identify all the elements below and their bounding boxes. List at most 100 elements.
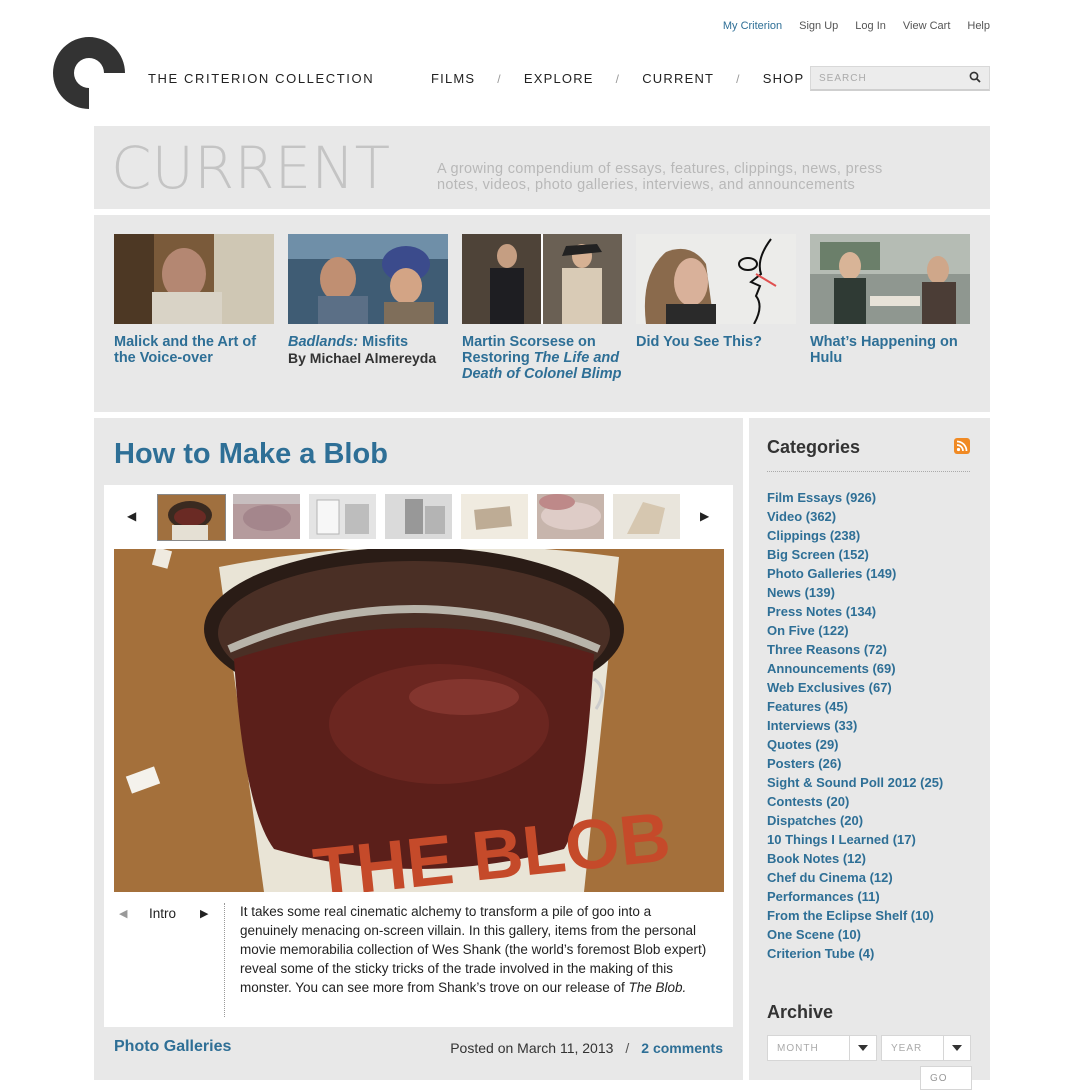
nav-explore[interactable]: EXPLORE — [524, 71, 594, 86]
category-link[interactable]: Sight & Sound Poll 2012 (25) — [767, 773, 943, 792]
feature-card[interactable]: Badlands: Misfits By Michael Almereyda — [288, 234, 448, 366]
carousel-next-icon[interactable]: ▶ — [700, 509, 709, 523]
chevron-down-icon[interactable] — [943, 1036, 970, 1060]
category-link[interactable]: Performances (11) — [767, 887, 943, 906]
criterion-logo[interactable] — [52, 36, 126, 110]
category-link[interactable]: On Five (122) — [767, 621, 943, 640]
photo-gallery: ◀ ▶ THE BLOB ◀ Intro ▶ It takes some rea… — [104, 485, 733, 1027]
feature-thumbnail[interactable] — [636, 234, 796, 324]
gallery-thumbnail[interactable] — [461, 494, 528, 539]
category-link[interactable]: Book Notes (12) — [767, 849, 943, 868]
nav-separator: / — [615, 71, 621, 86]
category-link[interactable]: Quotes (29) — [767, 735, 943, 754]
caption-divider — [224, 903, 225, 1017]
category-link[interactable]: One Scene (10) — [767, 925, 943, 944]
sidebar-divider — [767, 471, 970, 472]
category-link[interactable]: Announcements (69) — [767, 659, 943, 678]
categories-heading: Categories — [767, 437, 861, 457]
article-meta: Posted on March 11, 2013 / 2 comments — [450, 1040, 723, 1056]
category-link[interactable]: Press Notes (134) — [767, 602, 943, 621]
category-link[interactable]: Web Exclusives (67) — [767, 678, 943, 697]
feature-card[interactable]: What’s Happening on Hulu — [810, 234, 970, 366]
category-link[interactable]: Video (362) — [767, 507, 943, 526]
caption-text: It takes some real cinematic alchemy to … — [240, 904, 707, 995]
year-select[interactable]: YEAR — [881, 1035, 971, 1061]
category-link[interactable]: Three Reasons (72) — [767, 640, 943, 659]
feature-title[interactable]: What’s Happening on Hulu — [810, 334, 970, 366]
article-category-link[interactable]: Photo Galleries — [114, 1038, 231, 1056]
gallery-thumbnail[interactable] — [233, 494, 300, 539]
banner-title: CURRENT — [111, 134, 391, 202]
sidebar: Categories Film Essays (926) Video (362)… — [749, 418, 990, 1090]
category-list: Film Essays (926) Video (362) Clippings … — [767, 488, 943, 963]
feature-card[interactable]: Malick and the Art of the Voice-over — [114, 234, 274, 366]
nav-films[interactable]: FILMS — [431, 71, 475, 86]
feature-title[interactable]: Badlands: Misfits — [288, 334, 448, 350]
article-panel: How to Make a Blob ◀ ▶ THE BLOB ◀ Intro … — [94, 418, 743, 1080]
gallery-thumbnail[interactable] — [613, 494, 680, 539]
feature-thumbnail[interactable] — [462, 234, 622, 324]
features-strip: Malick and the Art of the Voice-over Bad… — [94, 215, 990, 412]
month-select[interactable]: MONTH — [767, 1035, 877, 1061]
feature-byline: By Michael Almereyda — [288, 350, 437, 366]
category-link[interactable]: Criterion Tube (4) — [767, 944, 943, 963]
caption-next-icon[interactable]: ▶ — [200, 907, 208, 920]
main-nav: FILMS / EXPLORE / CURRENT / SHOP — [431, 71, 804, 86]
category-link[interactable]: Film Essays (926) — [767, 488, 943, 507]
carousel-prev-icon[interactable]: ◀ — [127, 509, 136, 523]
util-help[interactable]: Help — [967, 20, 990, 32]
search-box — [810, 66, 990, 91]
category-link[interactable]: Big Screen (152) — [767, 545, 943, 564]
category-link[interactable]: Clippings (238) — [767, 526, 943, 545]
search-icon[interactable] — [969, 70, 981, 88]
article-title[interactable]: How to Make a Blob — [114, 438, 388, 471]
search-input[interactable] — [811, 67, 967, 89]
category-link[interactable]: Photo Galleries (149) — [767, 564, 943, 583]
gallery-main-image[interactable]: THE BLOB — [114, 549, 724, 892]
month-select-label: MONTH — [777, 1043, 819, 1054]
brand-name[interactable]: THE CRITERION COLLECTION — [148, 71, 374, 86]
current-banner: CURRENT A growing compendium of essays, … — [94, 126, 990, 209]
post-date: Posted on March 11, 2013 — [450, 1040, 614, 1056]
feature-thumbnail[interactable] — [288, 234, 448, 324]
feature-thumbnail[interactable] — [810, 234, 970, 324]
category-link[interactable]: Posters (26) — [767, 754, 943, 773]
feature-title[interactable]: Did You See This? — [636, 334, 796, 350]
util-sign-up[interactable]: Sign Up — [799, 20, 838, 32]
util-log-in[interactable]: Log In — [855, 20, 886, 32]
nav-shop[interactable]: SHOP — [763, 71, 805, 86]
banner-description: A growing compendium of essays, features… — [437, 161, 883, 193]
nav-current[interactable]: CURRENT — [642, 71, 714, 86]
caption-prev-icon[interactable]: ◀ — [119, 907, 127, 920]
archive-go-button[interactable]: GO — [920, 1066, 972, 1090]
feature-title[interactable]: Martin Scorsese on Restoring The Life an… — [462, 334, 622, 382]
category-link[interactable]: Chef du Cinema (12) — [767, 868, 943, 887]
comments-link[interactable]: 2 comments — [641, 1040, 723, 1056]
year-select-label: YEAR — [891, 1043, 923, 1054]
meta-separator: / — [625, 1040, 630, 1056]
feature-title[interactable]: Malick and the Art of the Voice-over — [114, 334, 274, 366]
nav-separator: / — [736, 71, 741, 86]
chevron-down-icon[interactable] — [849, 1036, 876, 1060]
category-link[interactable]: From the Eclipse Shelf (10) — [767, 906, 943, 925]
utility-nav: My Criterion Sign Up Log In View Cart He… — [723, 20, 990, 32]
category-link[interactable]: Interviews (33) — [767, 716, 943, 735]
feature-card[interactable]: Did You See This? — [636, 234, 796, 350]
category-link[interactable]: Dispatches (20) — [767, 811, 943, 830]
category-link[interactable]: 10 Things I Learned (17) — [767, 830, 943, 849]
feature-card[interactable]: Martin Scorsese on Restoring The Life an… — [462, 234, 622, 382]
gallery-thumbnail[interactable] — [309, 494, 376, 539]
util-my-criterion[interactable]: My Criterion — [723, 20, 782, 32]
rss-icon[interactable] — [954, 438, 970, 454]
category-link[interactable]: Features (45) — [767, 697, 943, 716]
gallery-thumbnail[interactable] — [385, 494, 452, 539]
gallery-thumbnail[interactable] — [537, 494, 604, 539]
util-view-cart[interactable]: View Cart — [903, 20, 950, 32]
gallery-thumbnail[interactable] — [157, 494, 226, 541]
category-link[interactable]: News (139) — [767, 583, 943, 602]
go-label: GO — [930, 1073, 948, 1084]
nav-separator: / — [497, 71, 502, 86]
feature-thumbnail[interactable] — [114, 234, 274, 324]
caption-label: Intro — [149, 906, 177, 921]
category-link[interactable]: Contests (20) — [767, 792, 943, 811]
